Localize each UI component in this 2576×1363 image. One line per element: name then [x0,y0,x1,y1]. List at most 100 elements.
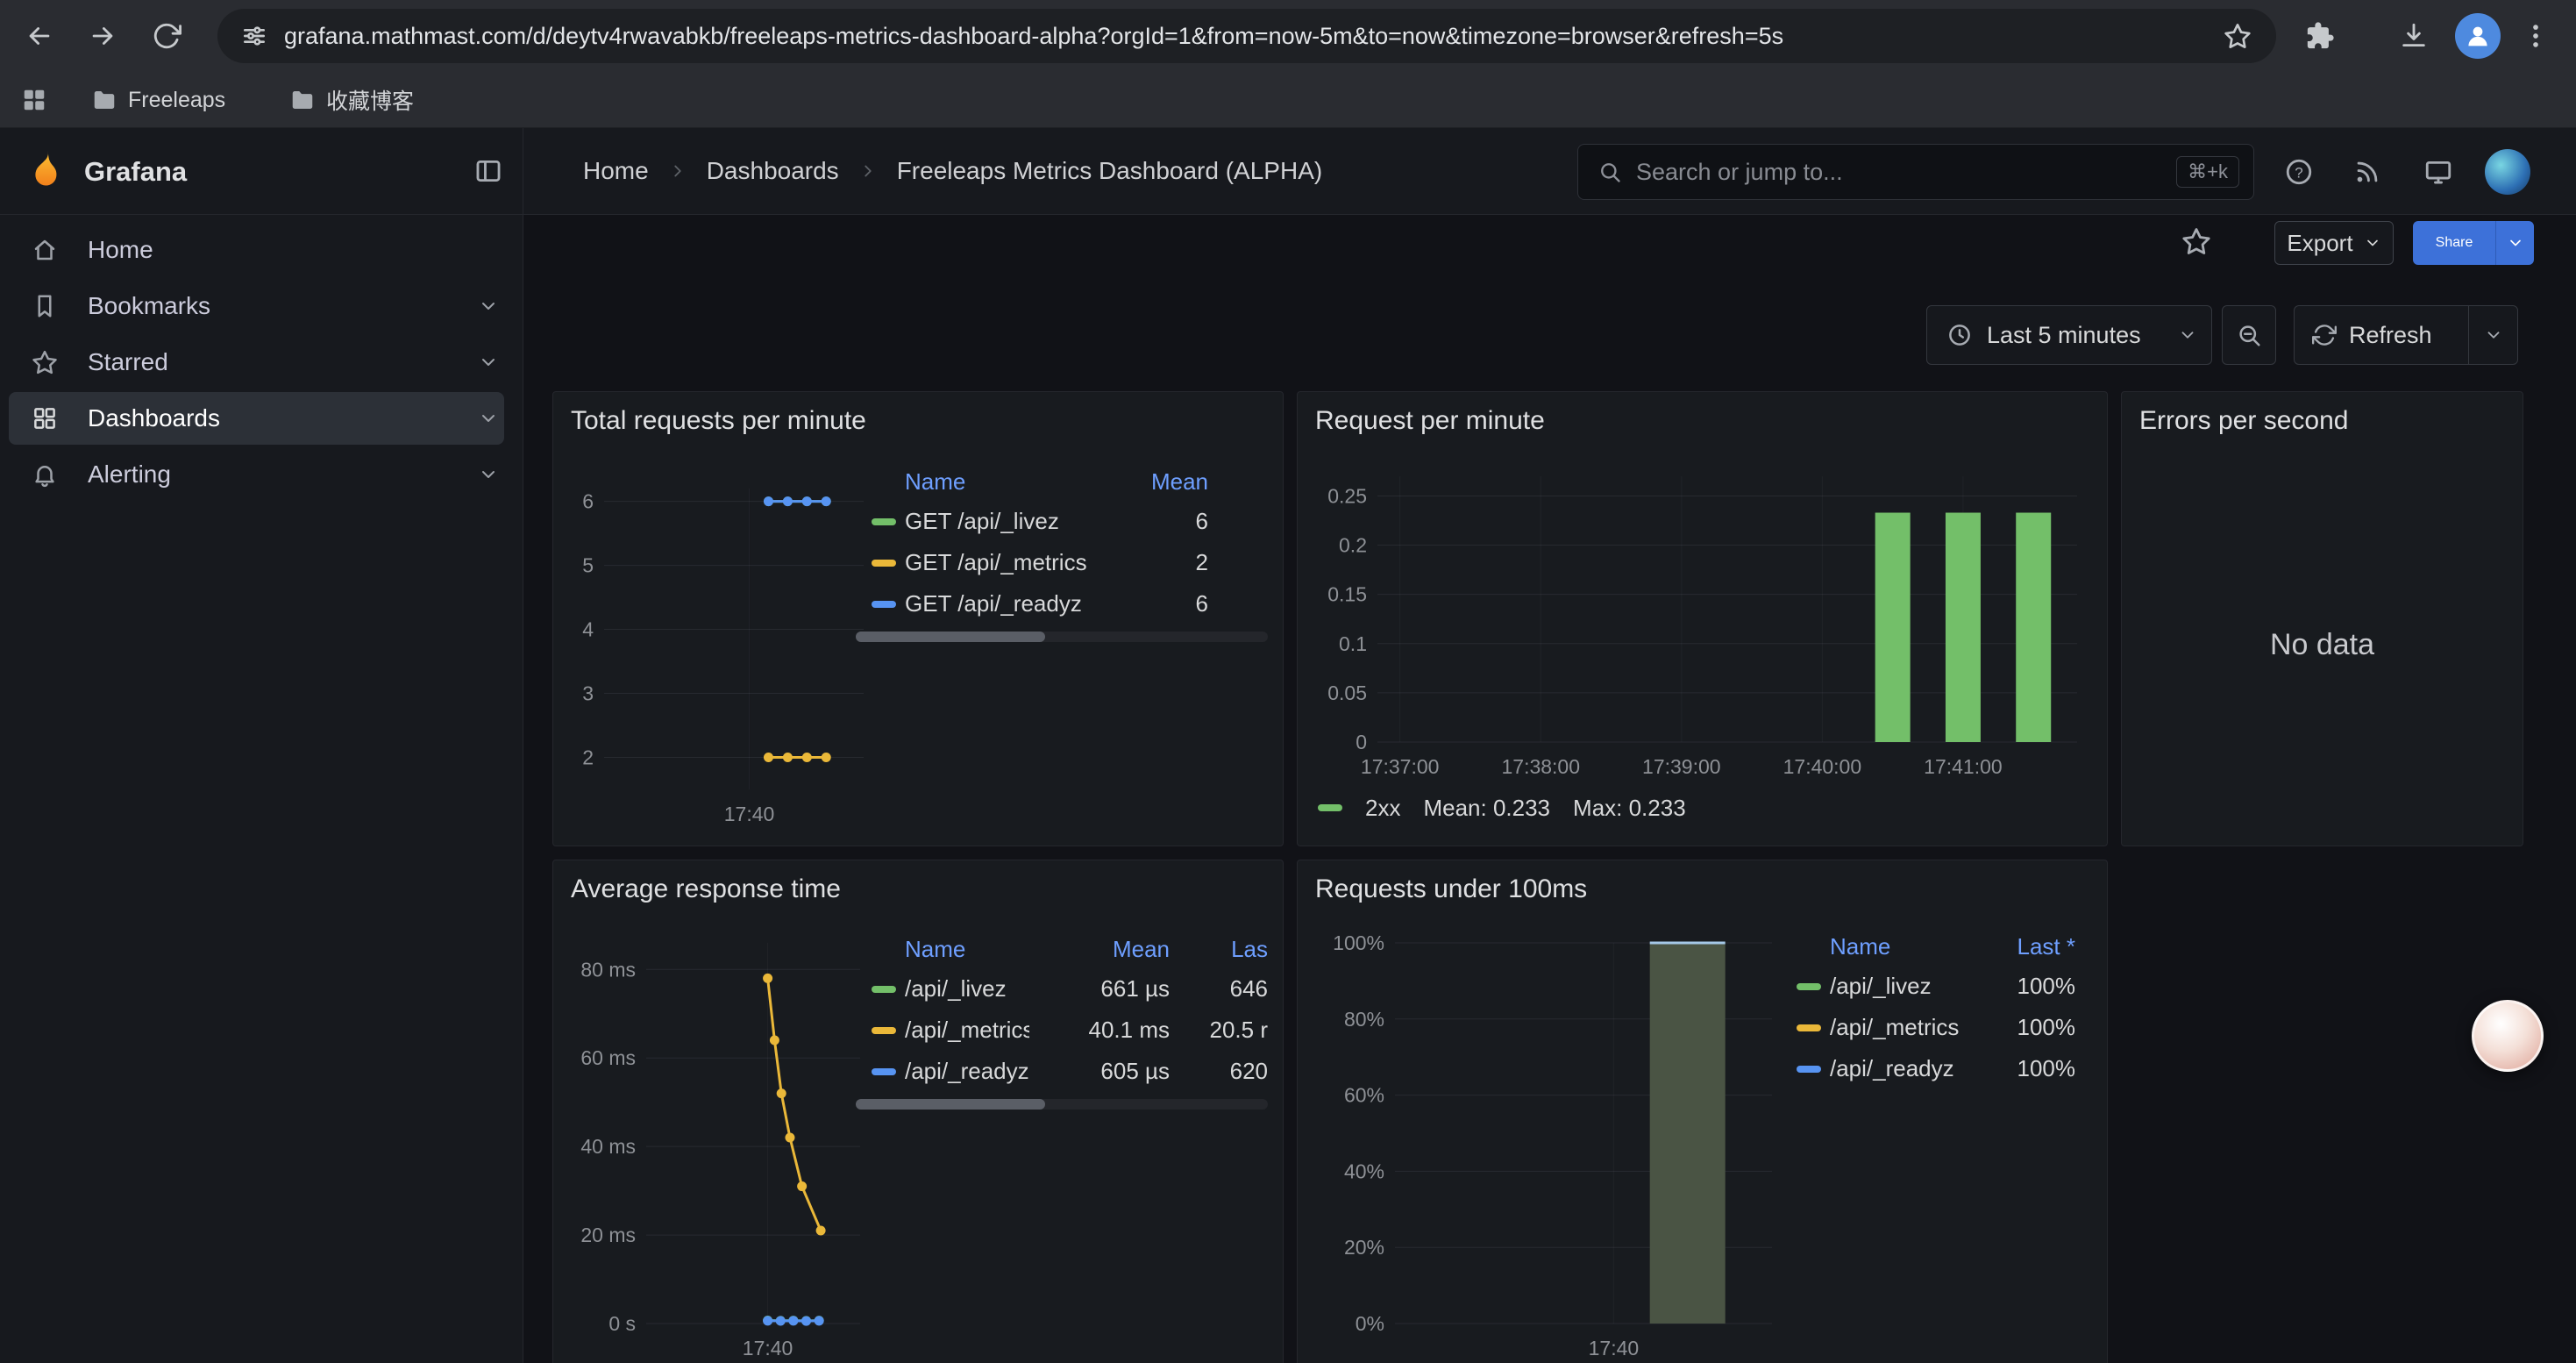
legend-header-mean[interactable]: Mean [1029,936,1170,963]
breadcrumb-current: Freeleaps Metrics Dashboard (ALPHA) [897,157,1323,185]
series-color-swatch [1797,1066,1821,1073]
forward-icon[interactable] [88,21,117,51]
help-icon[interactable]: ? [2284,157,2314,187]
breadcrumb-dashboards[interactable]: Dashboards [707,157,839,185]
legend-header-name[interactable]: Name [905,936,1029,963]
legend-row[interactable]: /api/_livez 661 µs 646 [856,968,1275,1010]
bookmark-folder-freeleaps[interactable]: Freeleaps [91,84,225,116]
time-range-label: Last 5 minutes [1987,322,2141,349]
legend-header-name[interactable]: Name [1830,933,1979,960]
apps-grid-icon[interactable] [21,87,47,113]
search-input[interactable]: Search or jump to... ⌘+k [1577,144,2254,200]
back-icon[interactable] [25,21,54,51]
sidebar-item-home[interactable]: Home [9,224,504,276]
svg-text:17:41:00: 17:41:00 [1924,755,2003,778]
reload-icon[interactable] [152,21,181,51]
zoom-out-button[interactable] [2222,305,2276,365]
svg-text:40%: 40% [1344,1160,1384,1182]
chevron-down-icon[interactable] [478,296,499,317]
series-last: 620 [1170,1058,1268,1085]
svg-text:0%: 0% [1356,1312,1384,1335]
sidebar-item-bookmarks[interactable]: Bookmarks [9,280,504,332]
panel-title[interactable]: Requests under 100ms [1315,874,1587,904]
grafana-logo[interactable] [25,149,67,191]
legend-header-last[interactable]: Last * [1979,933,2075,960]
share-button[interactable]: Share [2413,221,2495,265]
chevron-down-icon[interactable] [478,352,499,373]
series-name[interactable]: GET /api/_readyz [905,590,1103,617]
chevron-right-icon [858,161,878,181]
legend-row[interactable]: /api/_metrics 40.1 ms 20.5 r [856,1010,1275,1051]
folder-icon [91,87,117,113]
legend-row[interactable]: GET /api/_metrics 2 [856,542,1275,583]
monitor-icon[interactable] [2423,157,2453,187]
refresh-interval-button[interactable] [2468,306,2517,364]
rss-icon[interactable] [2352,157,2382,187]
avg-response-time-chart[interactable]: 80 ms60 ms40 ms20 ms0 s17:40 [562,931,869,1363]
legend-scrollbar[interactable] [856,632,1268,642]
legend-row[interactable]: /api/_readyz 100% [1781,1048,2088,1089]
panel-title[interactable]: Total requests per minute [571,406,866,436]
legend-table: Name Mean GET /api/_livez 6 GET /api/_me… [856,462,1275,624]
series-name[interactable]: /api/_metrics [1830,1014,1979,1041]
sidebar-item-dashboards[interactable]: Dashboards [9,392,504,445]
export-button[interactable]: Export [2274,221,2394,265]
time-range-picker[interactable]: Last 5 minutes [1926,305,2212,365]
sidebar-item-alerting[interactable]: Alerting [9,448,504,501]
refresh-button[interactable]: Refresh [2295,306,2468,364]
svg-text:6: 6 [582,490,594,513]
legend-header-last[interactable]: Las [1170,936,1268,963]
sidebar-toggle-icon[interactable] [473,156,503,186]
series-name[interactable]: /api/_readyz [1830,1055,1979,1082]
site-settings-icon[interactable] [240,22,268,50]
panel-title[interactable]: Request per minute [1315,406,1545,436]
svg-text:0.05: 0.05 [1327,682,1367,704]
scrollbar-thumb[interactable] [856,632,1045,642]
download-icon[interactable] [2399,21,2429,51]
favorite-star-icon[interactable] [2181,226,2211,256]
chevron-down-icon[interactable] [478,408,499,429]
scrollbar-thumb[interactable] [856,1099,1045,1110]
user-avatar[interactable] [2485,149,2530,195]
legend-header-name[interactable]: Name [905,468,1103,496]
svg-text:0.1: 0.1 [1339,632,1367,655]
browser-profile-avatar[interactable] [2455,13,2501,59]
under-100ms-chart[interactable]: 100%80%60%40%20%0%17:40 [1309,931,1783,1363]
panel-title[interactable]: Average response time [571,874,841,904]
series-name[interactable]: GET /api/_livez [905,508,1103,535]
legend-header-mean[interactable]: Mean [1103,468,1208,496]
assistant-avatar[interactable] [2472,1000,2544,1072]
url-bar[interactable]: grafana.mathmast.com/d/deytv4rwavabkb/fr… [217,9,2276,63]
series-name[interactable]: /api/_livez [905,975,1029,1003]
extensions-icon[interactable] [2305,21,2335,51]
chevron-down-icon[interactable] [478,464,499,485]
legend-row[interactable]: GET /api/_livez 6 [856,501,1275,542]
legend-scrollbar[interactable] [856,1099,1268,1110]
legend-row[interactable]: /api/_readyz 605 µs 620 [856,1051,1275,1092]
request-per-minute-chart[interactable]: 00.050.10.150.20.2517:37:0017:38:0017:39… [1309,466,2098,808]
series-mean: 6 [1103,508,1208,535]
panel-average-response-time: Average response time 80 ms60 ms40 ms20 … [552,860,1284,1363]
legend-inline[interactable]: 2xx Mean: 0.233 Max: 0.233 [1318,790,1686,825]
sidebar-item-starred[interactable]: Starred [9,336,504,389]
svg-text:?: ? [2295,164,2302,181]
total-requests-chart[interactable]: 6543217:40 [562,475,869,830]
bookmark-star-icon[interactable] [2224,22,2252,50]
bookmark-folder-blog[interactable]: 收藏博客 [289,84,414,116]
series-name[interactable]: /api/_metrics [905,1017,1029,1044]
series-name[interactable]: /api/_livez [1830,973,1979,1000]
panel-title[interactable]: Errors per second [2139,406,2348,436]
legend-row[interactable]: /api/_metrics 100% [1781,1007,2088,1048]
legend-row[interactable]: /api/_livez 100% [1781,966,2088,1007]
browser-menu-icon[interactable] [2521,21,2551,51]
series-name[interactable]: 2xx [1365,795,1400,822]
panel-requests-under-100ms: Requests under 100ms 100%80%60%40%20%0%1… [1297,860,2108,1363]
breadcrumb-home[interactable]: Home [583,157,649,185]
grafana-brand: Grafana [84,156,187,188]
series-name[interactable]: GET /api/_metrics [905,549,1103,576]
legend-row[interactable]: GET /api/_readyz 6 [856,583,1275,624]
share-menu-button[interactable] [2495,221,2534,265]
refresh-label: Refresh [2349,322,2432,349]
svg-text:17:40: 17:40 [724,803,775,825]
series-name[interactable]: /api/_readyz [905,1058,1029,1085]
